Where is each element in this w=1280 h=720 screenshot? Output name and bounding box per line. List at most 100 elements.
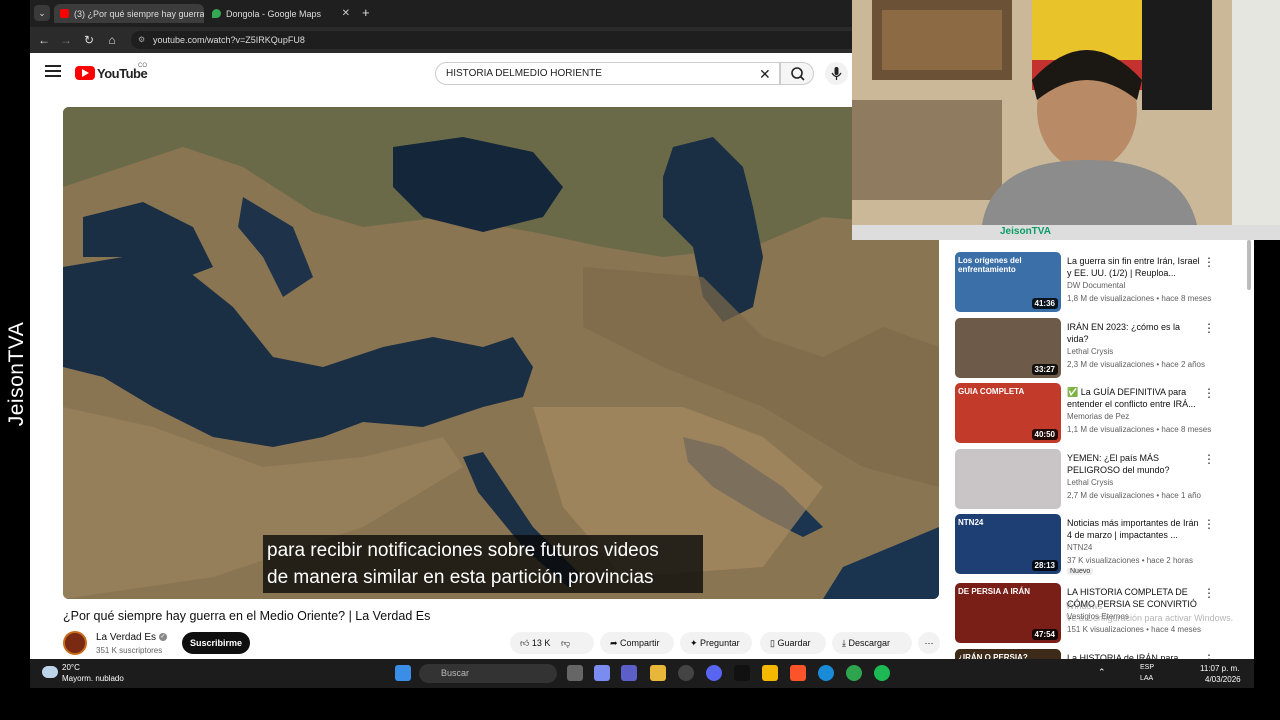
download-label: Descargar [848,638,890,648]
channel-avatar[interactable] [63,631,87,655]
language-code[interactable]: ESP [1140,664,1154,671]
more-options-icon[interactable]: ⋮ [1203,386,1215,400]
recommendation-title[interactable]: YEMEN: ¿El país MÁS PELIGROSO del mundo? [1067,452,1202,476]
app-icon[interactable] [762,665,778,681]
copilot-icon[interactable] [594,665,610,681]
video-thumbnail[interactable]: ¿IRÁN O PERSIA? [955,649,1061,659]
recommendation-item[interactable]: Los orígenes del enfrentamiento 41:36 La g… [955,252,1245,312]
subscriber-count: 351 K suscriptores [96,646,163,655]
dislike-icon[interactable]: 👎︎ [561,638,570,648]
thumbnail-text: GUIA COMPLETA [958,387,1025,396]
recommendation-meta: 1,1 M de visualizaciones • hace 8 meses [1067,425,1212,434]
channel-name-text[interactable]: La Verdad Es [96,632,156,643]
video-thumbnail[interactable]: 33:27 [955,318,1061,378]
subscribe-button[interactable]: Suscribirme [182,632,250,654]
url-field[interactable]: youtube.com/watch?v=Z5IRKQupFU8 [131,31,871,49]
webcam-name-bar [852,225,1280,240]
tab-google-maps[interactable]: Dongola - Google Maps ✕ [206,4,356,23]
more-options-icon[interactable]: ⋮ [1203,255,1215,269]
like-count[interactable]: 13 K [532,638,551,648]
bottom-black-bar [0,688,1280,720]
brave-icon[interactable] [790,665,806,681]
file-explorer-icon[interactable] [650,665,666,681]
recommendation-title[interactable]: La HISTORIA de IRÁN para [1067,652,1202,659]
discord-icon[interactable] [706,665,722,681]
spotify-icon[interactable] [874,665,890,681]
like-icon[interactable]: 👍︎ [520,638,529,648]
recommendation-item[interactable]: GUIA COMPLETA 40:50 ✅ La GUÍA DEFINITIVA p… [955,383,1245,443]
more-actions-button[interactable]: ⋯ [918,632,940,654]
keyboard-layout[interactable]: LAA [1140,675,1153,682]
share-button[interactable]: ➦ Compartir [600,632,674,654]
close-icon[interactable]: ✕ [342,8,350,19]
edge-icon[interactable] [818,665,834,681]
video-title: ¿Por qué siempre hay guerra en el Medio … [63,609,431,623]
clear-search-icon[interactable]: ✕ [759,66,771,83]
recommendation-channel[interactable]: Lethal Crysis [1067,347,1113,356]
recommendation-channel[interactable]: DW Documental [1067,281,1125,290]
start-icon[interactable] [395,665,411,681]
chatgpt-icon[interactable] [678,665,694,681]
weather-icon[interactable] [42,666,58,678]
recommendation-item[interactable]: ¿IRÁN O PERSIA? La HISTORIA de IRÁN para ⋮ [955,649,1245,659]
recommendation-title[interactable]: ✅ La GUÍA DEFINITIVA para entender el co… [1067,386,1202,410]
youtube-logo-icon[interactable] [75,66,95,80]
recommendation-channel[interactable]: Memorias de Pez [1067,412,1129,421]
video-player[interactable] [63,107,939,599]
more-options-icon[interactable]: ⋮ [1203,586,1215,600]
channel-name[interactable]: La Verdad Es ✓ [96,632,167,643]
recommendation-meta: 37 K visualizaciones • hace 2 horas [1067,556,1193,565]
tab-label: Dongola - Google Maps [226,8,322,19]
youtube-favicon-icon [60,9,69,18]
weather-desc[interactable]: Mayorm. nublado [62,674,124,683]
video-thumbnail[interactable]: GUIA COMPLETA 40:50 [955,383,1061,443]
more-options-icon[interactable]: ⋮ [1203,321,1215,335]
menu-icon[interactable] [45,65,61,79]
site-info-icon[interactable]: ⚙ [138,35,148,45]
recommendation-title[interactable]: Noticias más importantes de Irán 4 de ma… [1067,517,1202,541]
reload-icon[interactable]: ↻ [81,32,97,48]
recommendation-item[interactable]: NTN24 28:13 Noticias más importantes de Ir… [955,514,1245,575]
clock-time[interactable]: 11:07 p. m. [1200,664,1239,673]
ask-button[interactable]: ✦ Preguntar [680,632,752,654]
tab-search-button[interactable]: ⌄ [34,5,50,21]
video-thumbnail[interactable]: Los orígenes del enfrentamiento 41:36 [955,252,1061,312]
video-thumbnail[interactable]: NTN24 28:13 [955,514,1061,574]
recommendation-channel[interactable]: Lethal Crysis [1067,478,1113,487]
chrome-icon[interactable] [846,665,862,681]
weather-temp[interactable]: 20°C [62,663,80,672]
download-button[interactable]: ⤓ Descargar [832,632,912,654]
more-options-icon[interactable]: ⋮ [1203,452,1215,466]
task-view-icon[interactable] [567,665,583,681]
like-dislike-group: 👍︎ 13 K 👎︎ [510,632,594,654]
recommendation-item[interactable]: YEMEN: ¿El país MÁS PELIGROSO del mundo?… [955,449,1245,509]
recommendation-title[interactable]: La guerra sin fin entre Irán, Israel y E… [1067,255,1202,279]
forward-arrow-icon[interactable]: → [58,32,74,48]
search-input[interactable]: HISTORIA DELMEDIO HORIENTE [435,62,780,85]
more-options-icon[interactable]: ⋮ [1203,517,1215,531]
new-tab-button[interactable]: + [362,5,370,21]
home-icon[interactable]: ⌂ [104,32,120,48]
video-thumbnail[interactable] [955,449,1061,509]
video-duration: 41:36 [1031,298,1058,309]
taskbar-search[interactable]: Buscar [419,664,557,683]
new-badge: Nuevo [1067,568,1094,575]
windows-taskbar: 20°C Mayorm. nublado Buscar ⌃ ESP LAA 11… [30,659,1254,688]
region-code: CO [138,63,147,69]
tiktok-icon[interactable] [734,665,750,681]
voice-search-button[interactable] [825,62,848,85]
video-duration: 28:13 [1031,560,1058,571]
video-thumbnail[interactable]: DE PERSIA A IRÁN 47:54 [955,583,1061,643]
back-arrow-icon[interactable]: ← [36,32,52,48]
teams-icon[interactable] [621,665,637,681]
more-options-icon[interactable]: ⋮ [1203,652,1215,659]
scrollbar[interactable] [1247,240,1251,290]
save-button[interactable]: ▯ Guardar [760,632,826,654]
tray-chevron-icon[interactable]: ⌃ [1098,667,1106,678]
clock-date[interactable]: 4/03/2026 [1205,675,1241,684]
recommendation-title[interactable]: IRÁN EN 2023: ¿cómo es la vida? [1067,321,1202,345]
recommendation-channel[interactable]: NTN24 [1067,543,1092,552]
tab-youtube[interactable]: (3) ¿Por qué siempre hay guerra ✕ [54,4,204,23]
search-button[interactable] [780,62,814,85]
recommendation-item[interactable]: 33:27 IRÁN EN 2023: ¿cómo es la vida? Leth… [955,318,1245,378]
